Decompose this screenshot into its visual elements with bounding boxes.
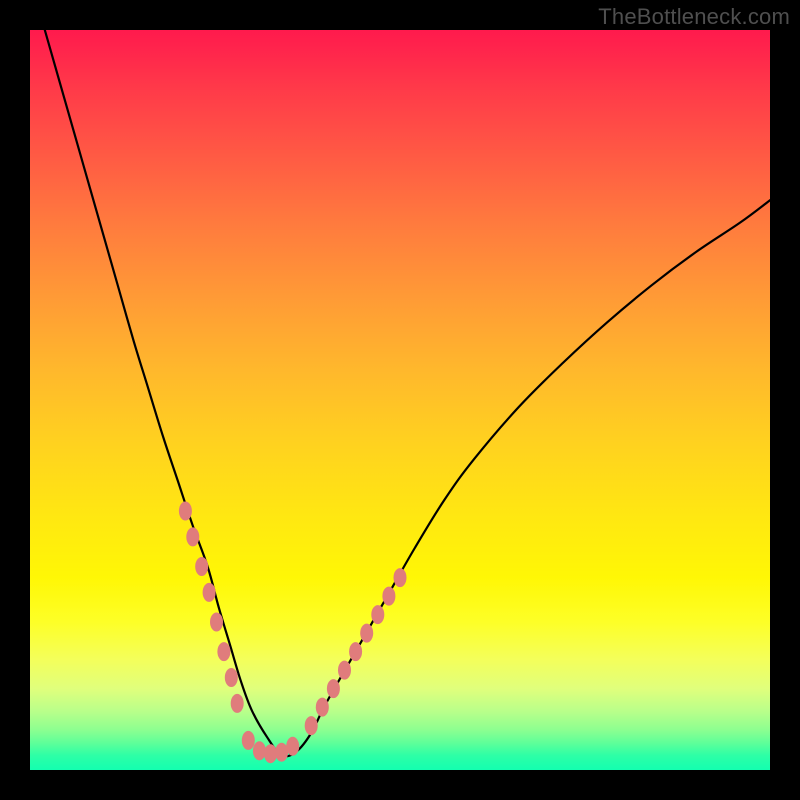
curve-dot: [225, 668, 238, 687]
curve-dot: [203, 583, 216, 602]
curve-dot: [338, 661, 351, 680]
curve-dot: [231, 694, 244, 713]
curve-dot: [316, 698, 329, 717]
curve-dot: [242, 731, 255, 750]
chart-frame: TheBottleneck.com: [0, 0, 800, 800]
bottleneck-curve-line: [45, 30, 770, 756]
curve-dot: [210, 613, 223, 632]
curve-dot: [186, 527, 199, 546]
curve-dot: [217, 642, 230, 661]
curve-dot: [371, 605, 384, 624]
curve-dot: [349, 642, 362, 661]
curve-dot: [360, 624, 373, 643]
curve-dot: [264, 744, 277, 763]
curve-dot: [195, 557, 208, 576]
curve-dot: [253, 741, 266, 760]
curve-dots-group: [179, 502, 407, 764]
plot-area: [30, 30, 770, 770]
curve-dot: [382, 587, 395, 606]
curve-dot: [305, 716, 318, 735]
curve-dot: [286, 737, 299, 756]
watermark-text: TheBottleneck.com: [598, 4, 790, 30]
curve-dot: [327, 679, 340, 698]
curve-dot: [394, 568, 407, 587]
bottleneck-curve-svg: [30, 30, 770, 770]
curve-dot: [275, 743, 288, 762]
curve-dot: [179, 502, 192, 521]
